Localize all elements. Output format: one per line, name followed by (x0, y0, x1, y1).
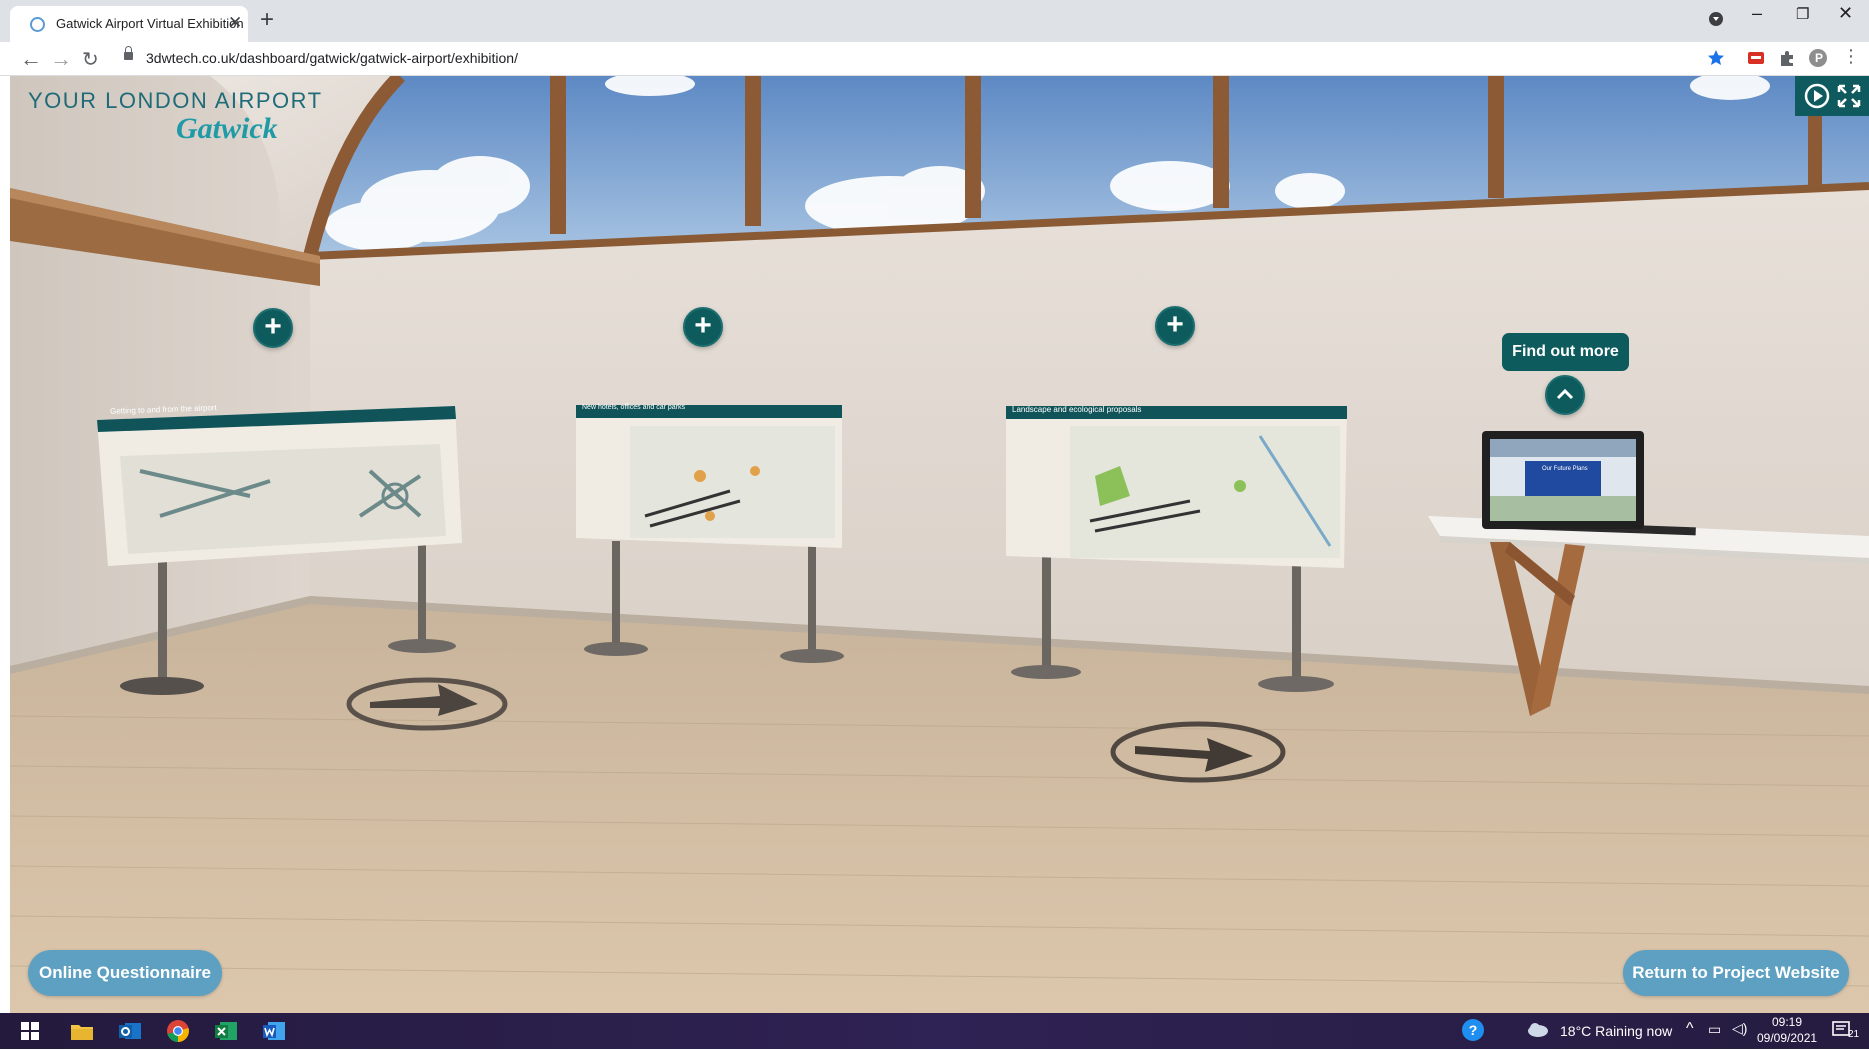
svg-text:?: ? (1469, 1022, 1478, 1038)
hotspot-board-1-plus-icon[interactable]: + (253, 308, 293, 348)
online-questionnaire-button[interactable]: Online Questionnaire (28, 950, 222, 996)
restore-window-icon[interactable]: ❐ (1796, 5, 1809, 23)
profile-initial: P (1815, 51, 1824, 65)
find-out-more-button[interactable]: Find out more (1502, 333, 1629, 371)
scene-illustration (10, 76, 1869, 1013)
forward-arrow-icon[interactable]: → (50, 46, 72, 72)
help-icon[interactable]: ? (1460, 1017, 1488, 1045)
weather-text[interactable]: 18°C Raining now (1560, 1023, 1672, 1039)
excel-icon[interactable] (212, 1017, 240, 1045)
outlook-icon[interactable] (116, 1017, 144, 1045)
browser-menu-icon[interactable]: ⋮ (1842, 46, 1862, 66)
close-tab-icon[interactable]: ✕ (228, 13, 242, 33)
lock-icon (124, 46, 133, 60)
volume-icon[interactable]: ◁) (1732, 1020, 1747, 1037)
logo-tagline: YOUR LONDON AIRPORT (28, 88, 323, 113)
file-explorer-icon[interactable] (68, 1017, 96, 1045)
clock-time[interactable]: 09:19 (1772, 1015, 1802, 1029)
hotspot-board-2-plus-icon[interactable]: + (683, 307, 723, 347)
close-window-icon[interactable]: ✕ (1838, 3, 1853, 24)
extensions-puzzle-icon[interactable] (1777, 48, 1797, 68)
media-control-icon[interactable] (1708, 11, 1724, 32)
extension-red-icon[interactable] (1746, 48, 1766, 68)
browser-tab-strip: Gatwick Airport Virtual Exhibition ✕ + –… (0, 0, 1869, 42)
exhibition-scene[interactable]: YOUR LONDON AIRPORT Gatwick Getting to a… (10, 76, 1869, 1013)
address-bar[interactable]: 3dwtech.co.uk/dashboard/gatwick/gatwick-… (146, 50, 518, 66)
chrome-icon[interactable] (164, 1017, 192, 1045)
reload-icon[interactable]: ↻ (82, 47, 99, 72)
windows-taskbar: ? 18°C Raining now ^ ▭ ◁) 09:19 09/09/20… (0, 1013, 1869, 1049)
weather-cloud-icon[interactable] (1526, 1020, 1554, 1048)
chevron-up-tray-icon[interactable]: ^ (1686, 1020, 1694, 1038)
windows-start-icon[interactable] (20, 1021, 48, 1049)
hotspot-board-3-plus-icon[interactable]: + (1155, 306, 1195, 346)
return-to-project-website-button[interactable]: Return to Project Website (1623, 950, 1849, 996)
board-3-title: Landscape and ecological proposals (1012, 405, 1142, 414)
chevron-up-icon[interactable] (1545, 375, 1585, 415)
browser-toolbar: ← → ↻ 3dwtech.co.uk/dashboard/gatwick/ga… (0, 42, 1869, 76)
laptop-screen-title: Our Future Plans (1542, 466, 1588, 472)
browser-tab[interactable]: Gatwick Airport Virtual Exhibition ✕ (10, 6, 248, 42)
back-arrow-icon[interactable]: ← (20, 46, 42, 72)
logo-gatwick-wordmark: Gatwick (176, 112, 278, 145)
minimize-window-icon[interactable]: – (1752, 3, 1762, 24)
word-icon[interactable] (260, 1017, 288, 1045)
board-2-title: New hotels, offices and car parks (582, 404, 685, 411)
player-controls (1795, 76, 1869, 116)
tab-favicon-icon (30, 17, 45, 32)
tab-title: Gatwick Airport Virtual Exhibition (56, 16, 244, 31)
new-tab-button[interactable]: + (260, 6, 274, 34)
network-icon[interactable]: ▭ (1708, 1021, 1721, 1038)
notification-count: 21 (1848, 1029, 1860, 1040)
bookmark-star-icon[interactable] (1706, 48, 1726, 68)
clock-date[interactable]: 09/09/2021 (1757, 1031, 1817, 1045)
